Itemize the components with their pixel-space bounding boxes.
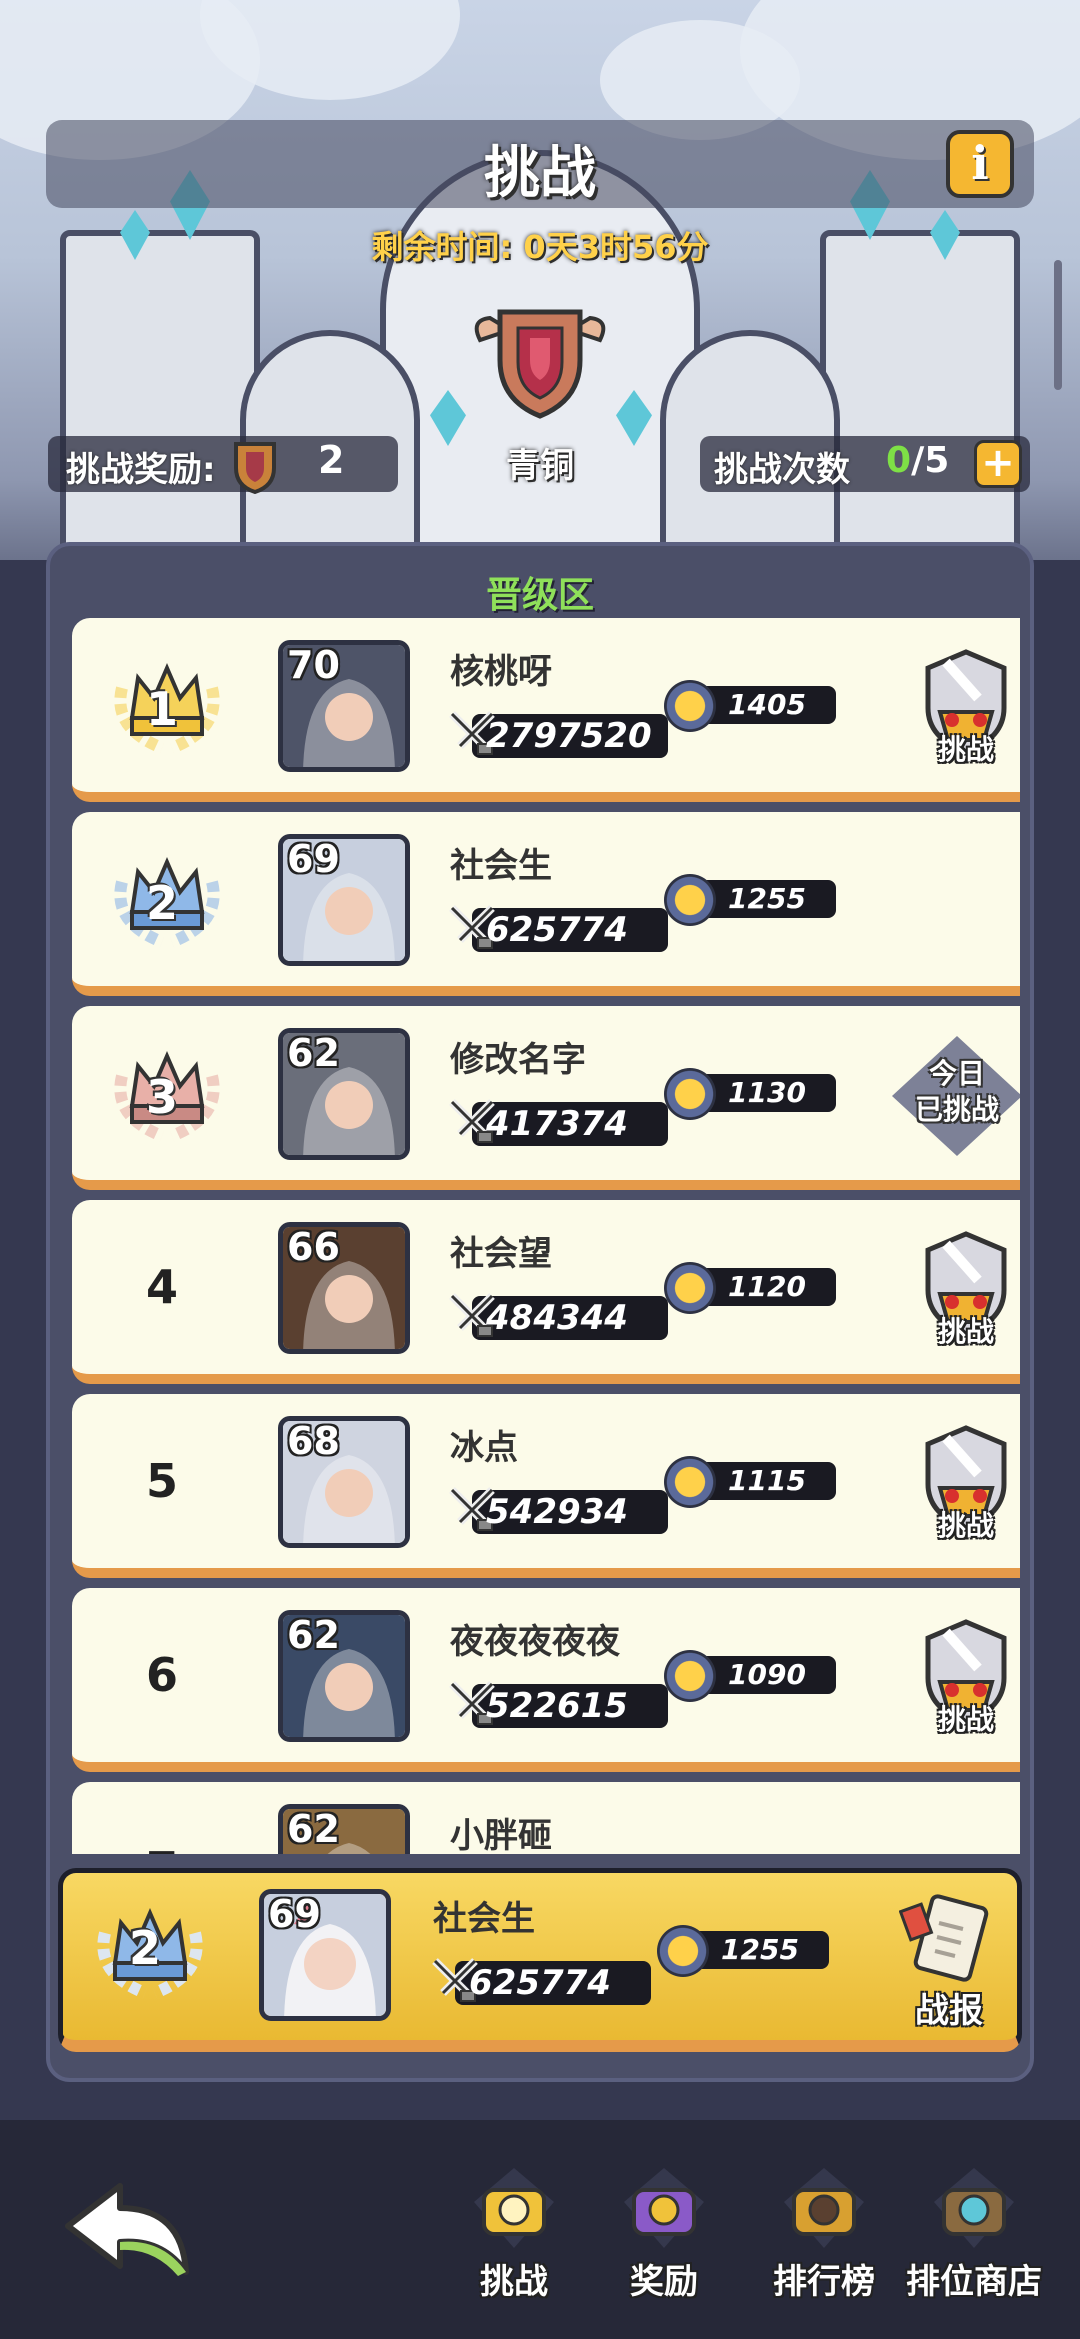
ranking-row: 6 62 夜夜夜夜夜 522615 1090 挑战: [72, 1588, 1020, 1772]
challenge-button-label[interactable]: 挑战: [908, 728, 1020, 768]
score-star-icon: [664, 1456, 716, 1508]
score-star-icon: [664, 874, 716, 926]
ranking-row: 2 69 社会生 625774 1255: [72, 812, 1020, 996]
player-avatar[interactable]: 70: [278, 640, 410, 772]
score-value: 1255: [728, 882, 806, 915]
score-star-icon: [664, 1650, 716, 1702]
page-title: 挑战: [484, 141, 596, 206]
ranking-row: 7 62 小胖砸: [72, 1782, 1020, 1854]
score-star-icon: [664, 1262, 716, 1314]
player-level: 62: [287, 1613, 340, 1657]
battle-report-label[interactable]: 战报: [891, 1983, 1007, 2032]
power-value: 625774: [486, 910, 628, 950]
bronze-rank-badge-icon: [474, 309, 606, 419]
power-value: 522615: [486, 1686, 628, 1726]
remaining-time: 剩余时间: 0天3时56分: [371, 228, 709, 266]
challenge-button-label[interactable]: 挑战: [908, 1698, 1020, 1738]
score-star-icon: [664, 680, 716, 732]
player-level: 66: [287, 1225, 340, 1269]
info-button[interactable]: i: [946, 130, 1014, 198]
back-arrow-icon[interactable]: [58, 2176, 198, 2286]
ranking-row: 5 68 冰点 542934 1115 挑战: [72, 1394, 1020, 1578]
rank-number: 4: [145, 1260, 178, 1314]
nav-item-1[interactable]: 挑战: [444, 2162, 584, 2312]
score-star-icon: [664, 1068, 716, 1120]
score-value: 1120: [728, 1270, 806, 1303]
challenge-reward-label: 挑战奖励:: [66, 450, 216, 490]
challenge-tries-count: 0/5: [886, 440, 950, 481]
nav-item-4[interactable]: 排位商店: [904, 2162, 1044, 2312]
player-avatar[interactable]: 62: [278, 1804, 410, 1854]
my-rank-number: 2: [128, 1921, 161, 1975]
ranking-row: 4 66 社会望 484344 1120 挑战: [72, 1200, 1020, 1384]
my-score-value: 1255: [721, 1933, 799, 1966]
scrollbar[interactable]: [1054, 260, 1062, 390]
rank-number: 2: [145, 876, 178, 930]
score-value: 1090: [728, 1658, 806, 1691]
player-name: 夜夜夜夜夜: [450, 1622, 620, 1662]
player-avatar[interactable]: 62: [278, 1610, 410, 1742]
my-power-value: 625774: [469, 1963, 611, 2003]
power-value: 484344: [486, 1298, 628, 1338]
already-challenged-label: 今日 已挑战: [914, 1057, 999, 1126]
nav-item-2[interactable]: 奖励: [594, 2162, 734, 2312]
player-name: 冰点: [450, 1428, 518, 1468]
nav-label: 排行榜: [773, 2262, 875, 2302]
my-player-name: 社会生: [433, 1899, 535, 1939]
challenge-button-label[interactable]: 挑战: [908, 1310, 1020, 1350]
info-icon: i: [971, 136, 989, 190]
my-avatar[interactable]: 69: [259, 1889, 391, 2021]
promotion-zone-label: 晋级区: [485, 575, 594, 616]
shop-icon: [934, 2168, 1014, 2248]
nav-label: 挑战: [480, 2262, 548, 2302]
player-avatar[interactable]: 68: [278, 1416, 410, 1548]
player-level: 62: [287, 1031, 340, 1075]
reward-chest-icon: [624, 2168, 704, 2248]
leaderboard-icon: [784, 2168, 864, 2248]
add-tries-button[interactable]: +: [974, 440, 1022, 488]
score-value: 1405: [728, 688, 806, 721]
my-level: 69: [268, 1892, 321, 1936]
player-name: 核桃呀: [450, 652, 552, 692]
player-name: 社会生: [450, 846, 552, 886]
rank-tier-label: 青铜: [506, 446, 574, 486]
power-value: 2797520: [486, 716, 652, 756]
player-name: 小胖砸: [450, 1816, 552, 1854]
rank-number: 6: [145, 1648, 178, 1702]
challenge-tries-label: 挑战次数: [714, 450, 850, 490]
player-name: 社会望: [450, 1234, 552, 1274]
player-name: 修改名字: [450, 1040, 586, 1080]
rank-number: 5: [145, 1454, 178, 1508]
power-value: 542934: [486, 1492, 628, 1532]
nav-label: 排位商店: [906, 2262, 1042, 2302]
nav-label: 奖励: [630, 2262, 698, 2302]
player-level: 68: [287, 1419, 340, 1463]
ranking-list[interactable]: 1 70 核桃呀 2797520 1405 挑战 2 69 社会生 625774…: [60, 618, 1020, 1854]
player-level: 69: [287, 837, 340, 881]
player-avatar[interactable]: 66: [278, 1222, 410, 1354]
player-level: 70: [287, 643, 340, 687]
challenge-button-label[interactable]: 挑战: [908, 1504, 1020, 1544]
ranking-row: 1 70 核桃呀 2797520 1405 挑战: [72, 618, 1020, 802]
player-avatar[interactable]: 69: [278, 834, 410, 966]
score-star-icon: [657, 1925, 709, 1977]
ranking-row: 3 62 修改名字 417374 1130 今日 已挑战: [72, 1006, 1020, 1190]
reward-medal-icon: [234, 442, 276, 494]
player-avatar[interactable]: 62: [278, 1028, 410, 1160]
my-ranking-row: 2 69 社会生 625774 1255 战报: [58, 1868, 1022, 2052]
score-value: 1115: [728, 1464, 806, 1497]
rank-number: 1: [145, 682, 178, 736]
rank-number: 3: [145, 1070, 178, 1124]
challenge-reward-count: 2: [318, 438, 345, 482]
player-level: 62: [287, 1807, 340, 1851]
power-value: 417374: [486, 1104, 628, 1144]
nav-item-3[interactable]: 排行榜: [754, 2162, 894, 2312]
rank-number: 7: [122, 1842, 202, 1854]
score-value: 1130: [728, 1076, 806, 1109]
challenge-crown-icon: [474, 2168, 554, 2248]
